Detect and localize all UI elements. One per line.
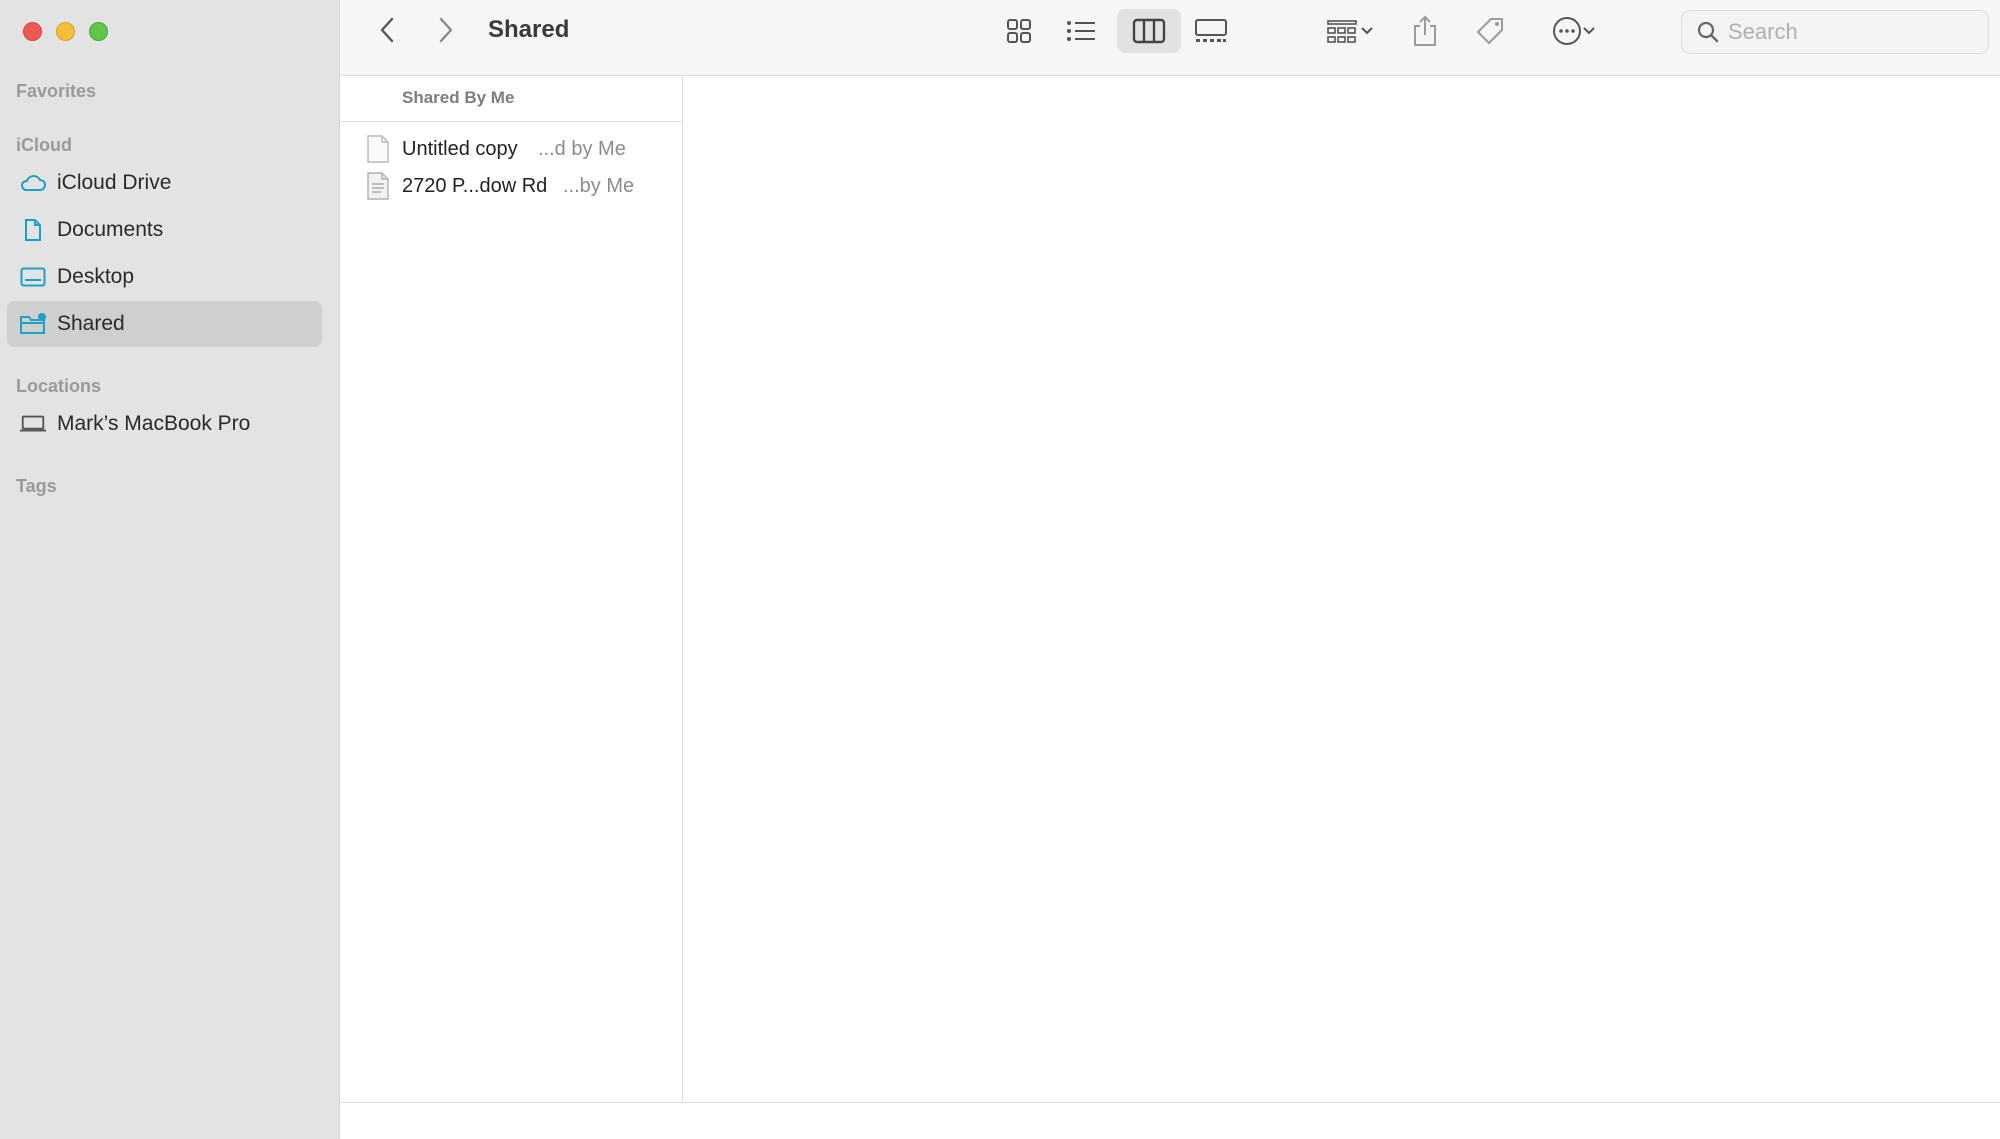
search-field[interactable] [1681,10,1989,54]
ellipsis-circle-icon [1553,17,1581,45]
laptop-icon [19,410,47,438]
share-icon [1414,15,1436,46]
file-name: Untitled copy [402,137,518,160]
section-icloud: iCloud [16,135,72,155]
icon-view-button[interactable] [997,10,1041,52]
chevron-left-icon [380,17,394,43]
search-input[interactable] [1728,19,1968,45]
tag-button[interactable] [1471,10,1511,52]
columns-icon [1132,18,1166,44]
back-button[interactable] [369,12,405,48]
column-view-button[interactable] [1117,9,1181,53]
finder-window: Favorites iCloud iCloud Drive Documents … [0,0,2000,1139]
sidebar-item-label: Shared [57,312,125,335]
sidebar-item-macbook[interactable]: Mark’s MacBook Pro [7,401,322,447]
window-controls [23,22,108,41]
gallery-icon [1195,19,1227,42]
sidebar-item-label: Mark’s MacBook Pro [57,412,251,435]
column-header-label: Shared By Me [402,88,515,107]
desktop-icon [19,263,47,291]
section-tags: Tags [16,476,57,496]
section-favorites: Favorites [16,81,97,101]
grid-icon [1007,19,1031,43]
section-locations: Locations [16,376,102,396]
list-item[interactable]: Untitled copy ...d by Me [341,131,682,167]
document-icon [19,216,47,244]
sidebar-item-icloud-drive[interactable]: iCloud Drive [7,160,322,206]
sidebar-item-label: Documents [57,218,164,241]
sidebar-item-desktop[interactable]: Desktop [7,254,322,300]
share-button[interactable] [1405,8,1445,54]
file-share-status: ...d by Me [538,137,626,160]
sidebar-item-documents[interactable]: Documents [7,207,322,253]
group-button[interactable] [1315,10,1385,52]
window-title: Shared [488,16,570,43]
file-column: Shared By Me Untitled copy ...d by Me 27… [341,76,683,1102]
file-name: 2720 P...dow Rd [402,174,548,197]
close-button[interactable] [23,22,42,41]
chevron-right-icon [439,17,453,43]
sidebar-item-shared[interactable]: Shared [7,301,322,347]
shared-folder-icon [19,310,47,338]
document-file-icon [366,172,390,206]
list-icon [1067,21,1095,41]
column-header: Shared By Me [341,76,682,122]
tag-icon [1477,18,1503,44]
file-share-status: ...by Me [563,174,635,197]
list-view-button[interactable] [1059,10,1103,52]
sidebar-item-label: Desktop [57,265,135,288]
minimize-button[interactable] [56,22,75,41]
forward-button[interactable] [428,12,464,48]
group-grid-icon [1327,20,1357,43]
gallery-view-button[interactable] [1189,10,1233,52]
file-icon [366,135,390,169]
sidebar: Favorites iCloud iCloud Drive Documents … [0,0,340,1139]
cloud-icon [19,169,47,197]
list-item[interactable]: 2720 P...dow Rd ...by Me [341,168,682,204]
sidebar-item-label: iCloud Drive [57,171,172,194]
zoom-button[interactable] [89,22,108,41]
status-bar [341,1102,2000,1139]
chevron-down-icon [1361,27,1373,35]
search-icon [1697,21,1719,43]
more-actions-button[interactable] [1541,10,1607,52]
chevron-down-icon [1583,27,1595,35]
toolbar: Shared [341,0,2000,76]
preview-area [683,76,2000,1102]
